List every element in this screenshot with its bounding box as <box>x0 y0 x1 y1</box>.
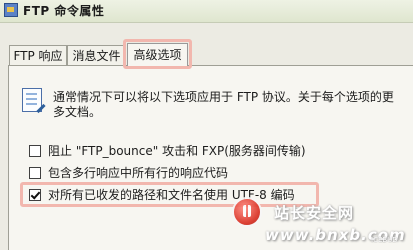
checkbox-multiline-response-codes[interactable] <box>29 167 41 179</box>
watermark-small-text: ICEBUD <box>371 236 398 244</box>
ftp-app-icon <box>4 3 18 17</box>
option-block-ftp-bounce[interactable]: 阻止 "FTP_bounce" 攻击和 FXP(服务器间传输) <box>29 144 306 159</box>
window-title: FTP 命令属性 <box>23 4 105 18</box>
document-edit-icon <box>22 88 42 112</box>
ftp-command-properties-dialog: FTP 命令属性 FTP 响应 消息文件 高级选项 通常情况下可以将以下选项应用… <box>0 0 413 250</box>
checkbox-block-ftp-bounce[interactable] <box>29 145 41 157</box>
tab-ftp-response[interactable]: FTP 响应 <box>9 45 67 65</box>
panel-description: 通常情况下可以将以下选项应用于 FTP 协议。关于每个选项的更多文档。 <box>53 90 394 119</box>
tab-message-files[interactable]: 消息文件 <box>67 45 126 65</box>
option-label-block-ftp-bounce: 阻止 "FTP_bounce" 攻击和 FXP(服务器间传输) <box>48 144 306 158</box>
title-bar[interactable]: FTP 命令属性 <box>0 0 413 23</box>
watermark-logo-icon <box>232 197 262 227</box>
option-multiline-response-codes[interactable]: 包含多行响应中所有行的响应代码 <box>29 166 228 181</box>
tab-highlight-annotation <box>123 39 192 69</box>
watermark-site-name: 站长安全网 <box>274 204 355 222</box>
option-label-multiline-response-codes: 包含多行响应中所有行的响应代码 <box>48 166 229 180</box>
